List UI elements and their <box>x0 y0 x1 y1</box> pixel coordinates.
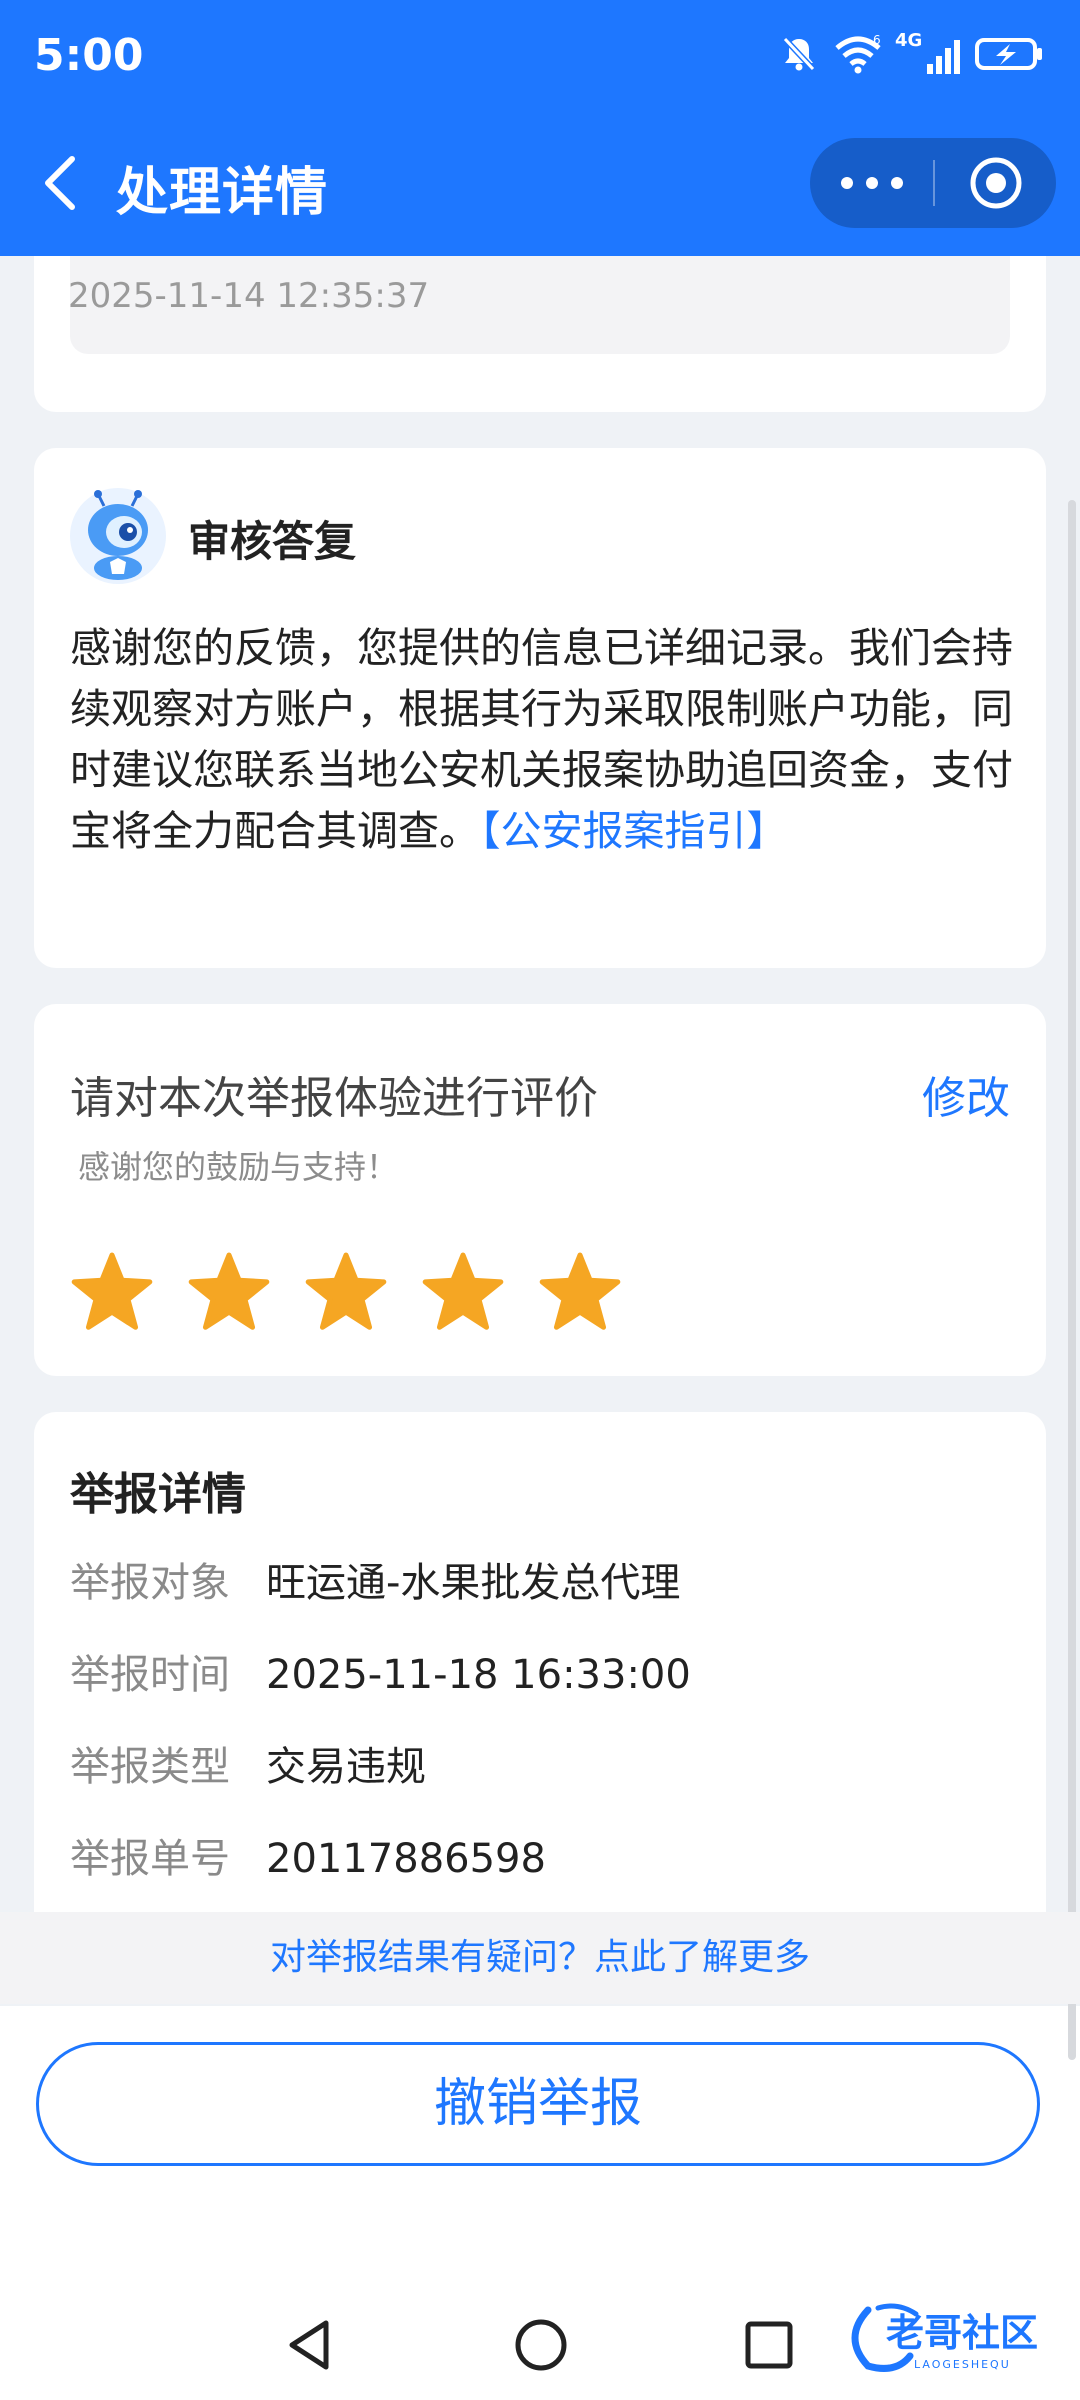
detail-label: 举报对象 <box>70 1560 230 1606</box>
detail-value: 交易违规 <box>266 1744 426 1790</box>
details-title: 举报详情 <box>70 1469 246 1520</box>
system-back-button[interactable] <box>274 2310 344 2380</box>
wifi-icon: 6 <box>835 34 881 74</box>
report-details-card: 举报详情 举报对象 旺运通-水果批发总代理 举报时间 2025-11-18 16:3… <box>34 1412 1046 1922</box>
app-header: 5:00 6 4G 处理详情 <box>0 0 1080 256</box>
battery-icon <box>975 38 1042 70</box>
result-question-link[interactable]: 对举报结果有疑问？点此了解更多 <box>0 1912 1080 2004</box>
cellular-signal-icon: 4G <box>895 30 960 74</box>
star-icon[interactable] <box>538 1250 622 1334</box>
detail-label: 举报单号 <box>70 1836 230 1882</box>
circle-home-icon <box>515 2319 567 2371</box>
edit-rating-button[interactable]: 修改 <box>922 1062 1010 1126</box>
watermark-text: 老哥社区 <box>886 2311 1038 2355</box>
detail-label: 举报类型 <box>70 1744 230 1790</box>
chevron-left-icon <box>45 156 75 210</box>
star-icon[interactable] <box>70 1250 154 1334</box>
star-icon[interactable] <box>304 1250 388 1334</box>
square-recents-icon <box>745 2321 793 2369</box>
watermark-logo: 老哥社区 LAOGESHEQU <box>851 2303 1038 2372</box>
star-icon[interactable] <box>187 1250 271 1334</box>
scrollbar[interactable] <box>1068 500 1076 2060</box>
detail-row-number: 举报单号 20117886598 <box>70 1826 546 1884</box>
record-timestamp: 2025-11-14 12:35:37 <box>68 276 430 316</box>
detail-value: 20117886598 <box>266 1836 546 1882</box>
status-icons: 6 4G <box>779 30 1046 74</box>
more-dots-icon <box>840 177 903 189</box>
police-report-guide-link[interactable]: 【公安报案指引】 <box>480 807 788 855</box>
page-title: 处理详情 <box>116 163 329 223</box>
triangle-back-icon <box>289 2320 329 2370</box>
detail-value: 旺运通-水果批发总代理 <box>266 1560 681 1606</box>
star-icon[interactable] <box>421 1250 505 1334</box>
service-robot-avatar <box>70 488 166 584</box>
detail-row-type: 举报类型 交易违规 <box>70 1734 426 1792</box>
mini-program-capsule <box>810 138 1056 228</box>
detail-row-time: 举报时间 2025-11-18 16:33:00 <box>70 1642 691 1700</box>
revoke-report-button[interactable]: 撤销举报 <box>36 2042 1040 2166</box>
rating-thanks: 感谢您的鼓励与支持！ <box>78 1148 399 1186</box>
system-recents-button[interactable] <box>734 2310 804 2380</box>
reply-title: 审核答复 <box>188 517 357 566</box>
svg-text:6: 6 <box>873 34 881 47</box>
detail-label: 举报时间 <box>70 1652 230 1698</box>
watermark-subtext: LAOGESHEQU <box>914 2358 1011 2371</box>
rating-card: 请对本次举报体验进行评价 修改 感谢您的鼓励与支持！ <box>34 1004 1046 1376</box>
mute-bell-icon <box>782 36 816 72</box>
star-rating[interactable] <box>70 1250 622 1334</box>
close-miniprogram-button[interactable] <box>935 138 1056 228</box>
detail-row-target: 举报对象 旺运通-水果批发总代理 <box>70 1550 680 1608</box>
back-button[interactable] <box>30 148 90 218</box>
target-circle-icon <box>970 157 1021 209</box>
review-reply-card: 审核答复 感谢您的反馈，您提供的信息已详细记录。我们会持续观察对方账户，根据其行… <box>34 448 1046 968</box>
more-button[interactable] <box>810 138 933 228</box>
reply-body: 感谢您的反馈，您提供的信息已详细记录。我们会持续观察对方账户，根据其行为采取限制… <box>70 618 1020 862</box>
rating-question: 请对本次举报体验进行评价 <box>70 1073 598 1124</box>
system-home-button[interactable] <box>506 2310 576 2380</box>
detail-value: 2025-11-18 16:33:00 <box>266 1652 691 1698</box>
status-time: 5:00 <box>34 30 144 81</box>
network-type: 4G <box>895 30 923 51</box>
